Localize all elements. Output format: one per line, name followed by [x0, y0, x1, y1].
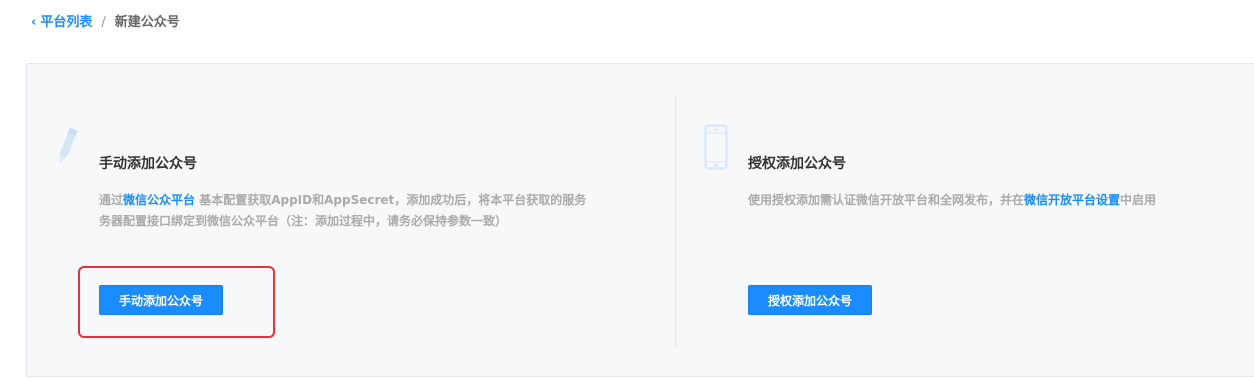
wechat-open-platform-link[interactable]: 微信开放平台设置: [1024, 193, 1120, 207]
chevron-left-icon: ‹: [31, 15, 37, 30]
highlight-box: [78, 266, 275, 338]
breadcrumb-separator: /: [101, 15, 106, 30]
auth-desc-prefix: 使用授权添加需认证微信开放平台和全网发布，并在: [748, 193, 1025, 207]
wechat-mp-link[interactable]: 微信公众平台: [123, 193, 195, 207]
phone-icon: [704, 124, 728, 170]
breadcrumb-back-label: 平台列表: [40, 15, 93, 30]
auth-add-button[interactable]: 授权添加公众号: [748, 285, 872, 315]
auth-desc-suffix: 中启用: [1120, 193, 1157, 207]
manual-desc-line2: 务器配置接口绑定到微信公众平台（注：添加过程中，请务必保持参数一致）: [99, 214, 508, 228]
manual-card-title: 手动添加公众号: [99, 156, 197, 172]
breadcrumb-current: 新建公众号: [114, 15, 180, 30]
breadcrumb-back-link[interactable]: ‹ 平台列表: [31, 14, 92, 32]
manual-card-description: 通过微信公众平台 基本配置获取AppID和AppSecret，添加成功后，将本平…: [99, 190, 659, 232]
auth-card-description: 使用授权添加需认证微信开放平台和全网发布，并在微信开放平台设置中启用: [748, 190, 1248, 211]
manual-desc-line1: 基本配置获取AppID和AppSecret，添加成功后，将本平台获取的服务: [195, 193, 587, 207]
breadcrumb: ‹ 平台列表 / 新建公众号: [31, 14, 180, 32]
panel-divider: [675, 95, 676, 347]
manual-desc-prefix: 通过: [99, 193, 124, 207]
auth-card-title: 授权添加公众号: [748, 156, 846, 172]
pencil-icon: [59, 128, 78, 163]
